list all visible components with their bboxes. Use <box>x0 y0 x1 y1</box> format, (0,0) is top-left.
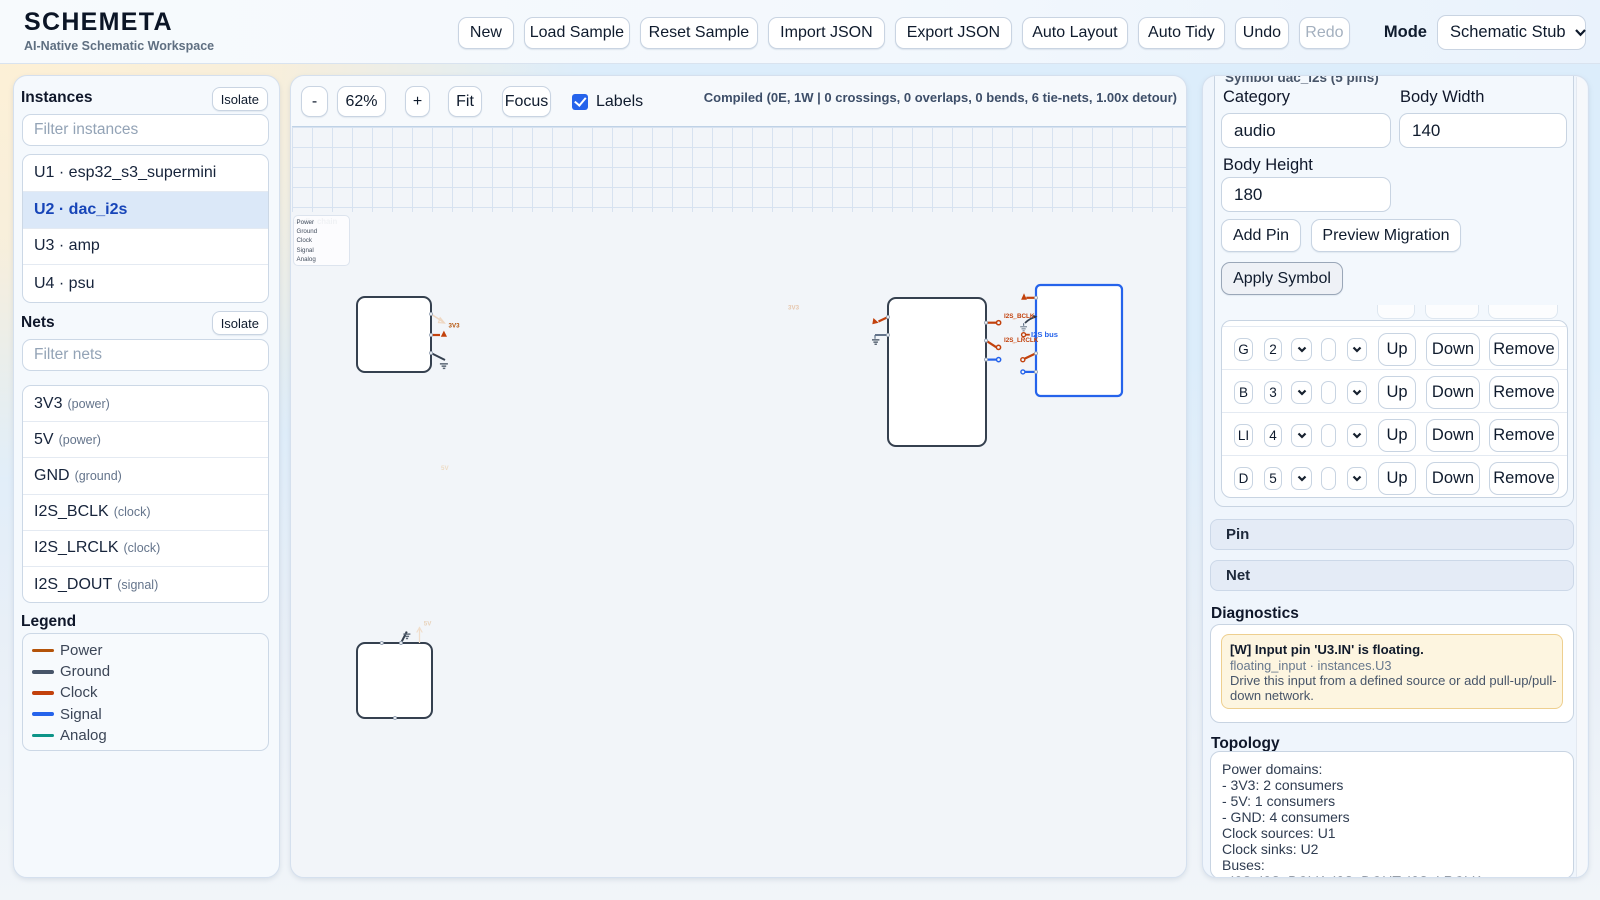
svg-text:3V3: 3V3 <box>788 305 800 312</box>
svg-text:3V3: 3V3 <box>449 323 461 330</box>
svg-text:I2S_LRCLK: I2S_LRCLK <box>1004 337 1039 344</box>
svg-text:I2S_BCLK: I2S_BCLK <box>1004 313 1035 320</box>
svg-text:5V: 5V <box>441 465 449 472</box>
svg-text:5V: 5V <box>424 621 432 628</box>
